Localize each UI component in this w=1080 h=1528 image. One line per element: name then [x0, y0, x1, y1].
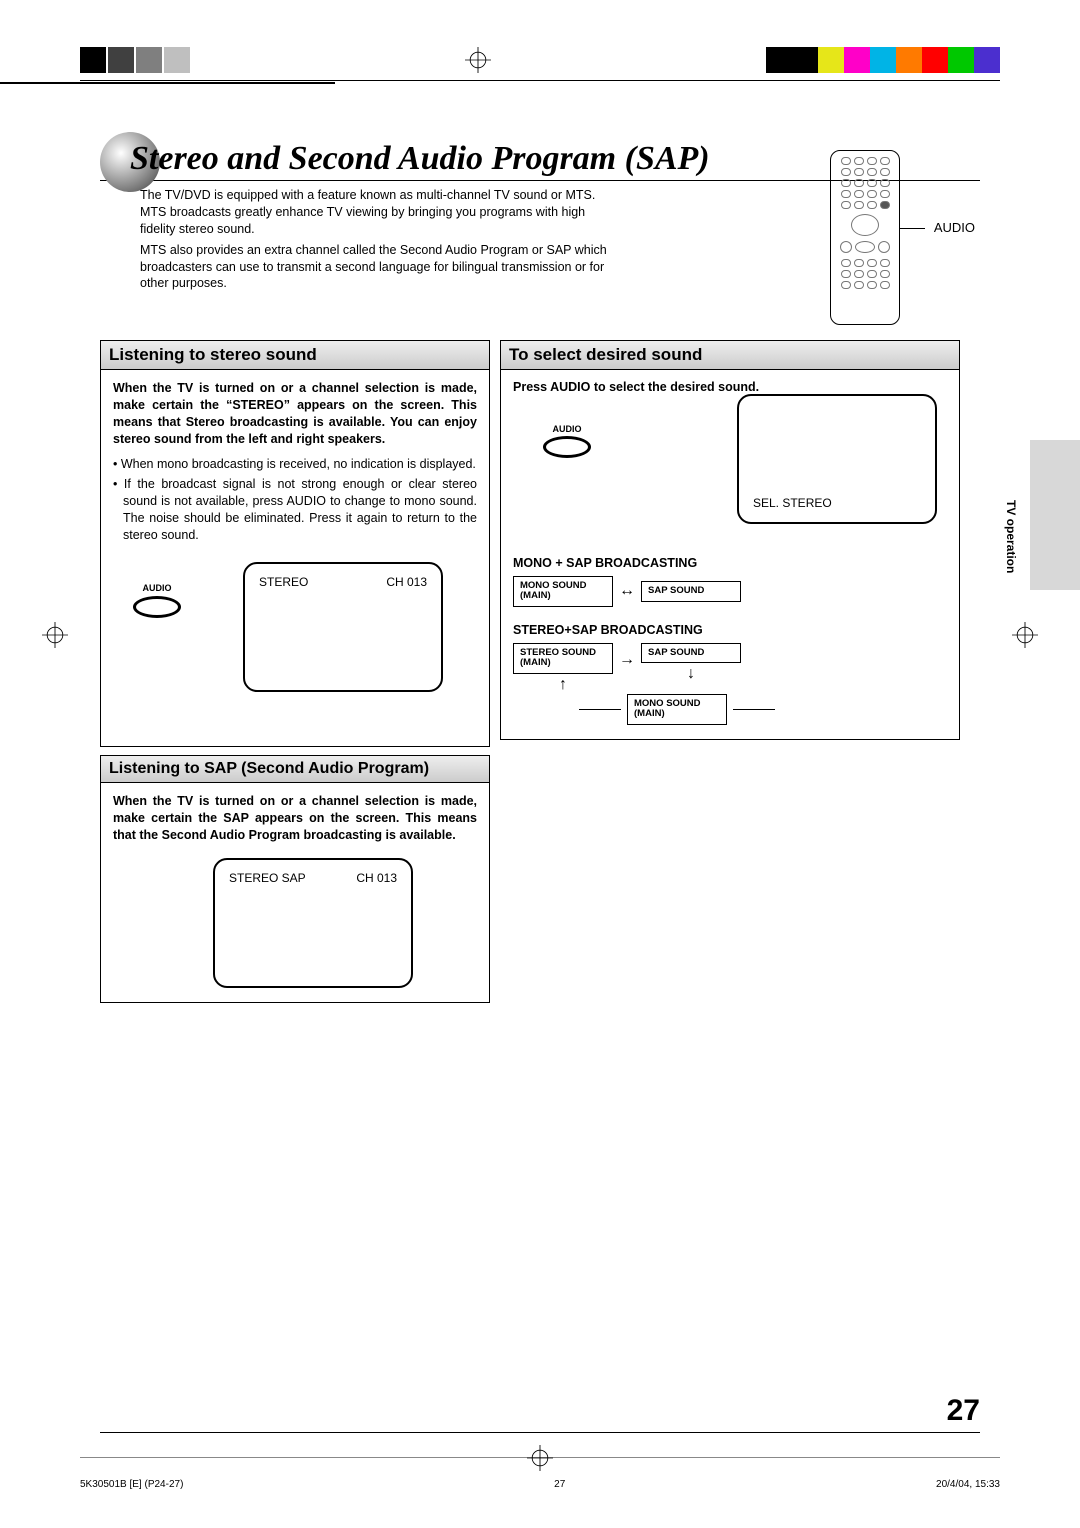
title-wrap: Stereo and Second Audio Program (SAP): [100, 140, 980, 181]
registration-mark-top: [463, 45, 493, 75]
color-blocks: [766, 47, 1000, 73]
rule: [80, 80, 1000, 81]
page-number: 27: [947, 1394, 980, 1428]
tv-screen-select: SEL. STEREO: [737, 394, 937, 524]
black-tone-blocks: [80, 47, 190, 73]
section-listening-stereo: Listening to stereo sound: [100, 340, 490, 370]
sap-lead: When the TV is turned on or a channel se…: [113, 793, 477, 844]
registration-mark-left: [40, 620, 70, 650]
side-thumb-tab: [1030, 440, 1080, 590]
stereo-b2: • If the broadcast signal is not strong …: [113, 476, 477, 544]
sap-sound-box: SAP SOUND: [641, 581, 741, 601]
section-select-sound: To select desired sound: [500, 340, 960, 370]
stereo-b1: • When mono broadcasting is received, no…: [113, 456, 477, 473]
remote-audio-label: AUDIO: [934, 220, 975, 235]
select-lead: Press AUDIO to select the desired sound.: [513, 380, 947, 394]
intro-text: The TV/DVD is equipped with a feature kn…: [140, 187, 610, 292]
stereo-sound-box: STEREO SOUND(MAIN): [513, 643, 613, 674]
screen-channel: CH 013: [386, 574, 427, 590]
footer-mid: 27: [554, 1479, 565, 1490]
footer: 5K30501B [E] (P24-27) 27 20/4/04, 15:33: [80, 1479, 1000, 1490]
registration-mark-right: [1010, 620, 1040, 650]
mono-sound-box: MONO SOUND(MAIN): [513, 576, 613, 607]
arrow-up-icon: ↑: [559, 676, 567, 694]
registration-mark-bottom: [525, 1443, 555, 1473]
audio-label: AUDIO: [133, 582, 181, 594]
top-thick-rule: [0, 82, 335, 84]
screen-sap-channel: CH 013: [356, 870, 397, 886]
stereo-lead: When the TV is turned on or a channel se…: [113, 380, 477, 448]
tv-screen-sap: STEREO SAP CH 013: [213, 858, 413, 988]
intro-p2: MTS also provides an extra channel calle…: [140, 242, 610, 293]
screen-sel-stereo: SEL. STEREO: [753, 496, 921, 510]
page-rule: [100, 1432, 980, 1433]
screen-sap-text: STEREO SAP: [229, 870, 306, 886]
audio-button-illustration-2: AUDIO: [543, 424, 591, 458]
screen-stereo-text: STEREO: [259, 574, 308, 590]
section-listening-sap: Listening to SAP (Second Audio Program): [100, 755, 490, 783]
remote-callout-line: [900, 228, 925, 229]
print-registration-bar: [80, 40, 1000, 80]
intro-p1: The TV/DVD is equipped with a feature kn…: [140, 187, 610, 238]
page-title: Stereo and Second Audio Program (SAP): [100, 140, 980, 178]
audio-button-illustration: AUDIO: [133, 582, 181, 618]
stereo-sap-heading: STEREO+SAP BROADCASTING: [513, 623, 947, 637]
audio-label-2: AUDIO: [543, 424, 591, 434]
arrow-bi-icon: ↔: [619, 582, 635, 600]
footer-left: 5K30501B [E] (P24-27): [80, 1479, 183, 1490]
footer-right: 20/4/04, 15:33: [936, 1479, 1000, 1490]
stereo-sap-flow: STEREO SOUND(MAIN) ↑ → SAP SOUND ↓: [513, 643, 947, 694]
arrow-right-icon: →: [619, 651, 635, 669]
mono-sap-flow: MONO SOUND(MAIN) ↔ SAP SOUND: [513, 576, 947, 607]
sap-sound-box2: SAP SOUND: [641, 643, 741, 663]
tv-screen-stereo: STEREO CH 013: [243, 562, 443, 692]
arrow-down-icon: ↓: [687, 665, 695, 683]
mono-sound-box2: MONO SOUND(MAIN): [627, 694, 727, 725]
mono-sap-heading: MONO + SAP BROADCASTING: [513, 556, 947, 570]
tv-operation-label: TV operation: [1004, 500, 1018, 573]
